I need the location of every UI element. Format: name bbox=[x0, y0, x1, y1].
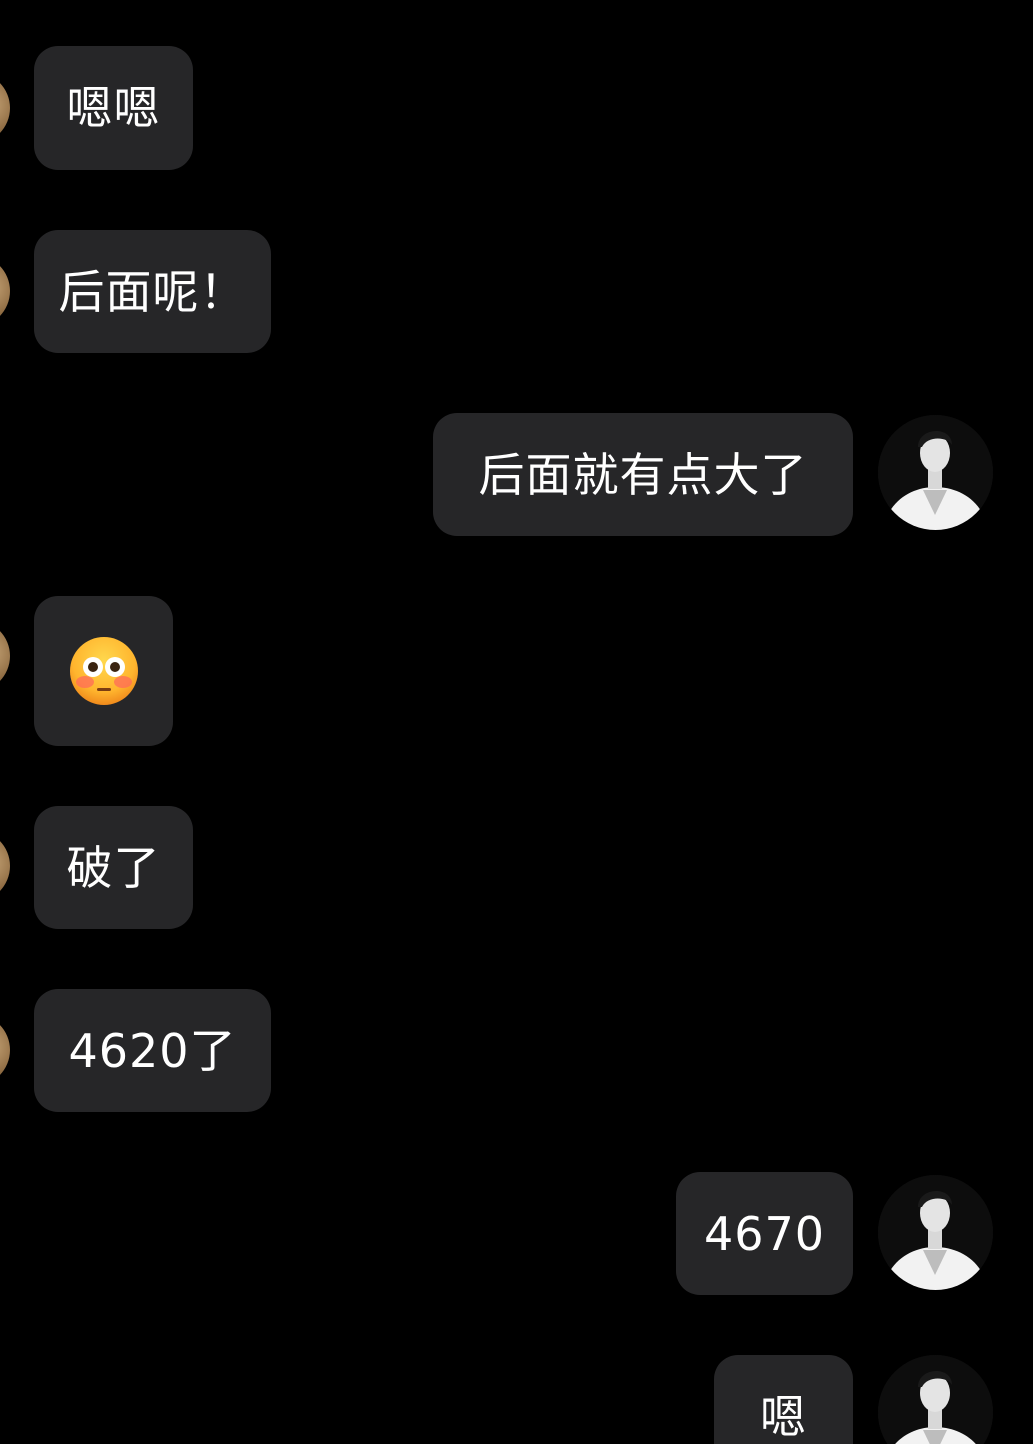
message-text: 嗯 bbox=[760, 1389, 807, 1444]
person-avatar-icon bbox=[878, 1355, 993, 1444]
message-bubble-sent[interactable]: 后面就有点大了 bbox=[433, 413, 853, 536]
message-text: 后面就有点大了 bbox=[478, 447, 808, 502]
message-text: 后面呢！ bbox=[58, 264, 247, 319]
message-bubble-received[interactable]: 破了 bbox=[34, 806, 193, 929]
message-text: 嗯嗯 bbox=[66, 81, 161, 135]
message-text: 4670 bbox=[703, 1206, 826, 1261]
message-bubble-received[interactable]: 4620了 bbox=[34, 989, 271, 1112]
chat-thread[interactable]: 嗯嗯 后面呢！ 后面就有点大了 破了 4620了 4670 嗯 bbox=[0, 0, 1033, 1444]
my-avatar[interactable] bbox=[878, 1175, 993, 1290]
person-avatar-icon bbox=[878, 1175, 993, 1290]
contact-avatar[interactable] bbox=[0, 620, 10, 692]
contact-avatar[interactable] bbox=[0, 72, 10, 144]
message-bubble-received[interactable] bbox=[34, 596, 173, 746]
message-text: 4620了 bbox=[68, 1023, 237, 1078]
contact-avatar[interactable] bbox=[0, 255, 10, 327]
my-avatar[interactable] bbox=[878, 415, 993, 530]
message-bubble-received[interactable]: 后面呢！ bbox=[34, 230, 271, 353]
contact-avatar[interactable] bbox=[0, 1014, 10, 1086]
message-bubble-received[interactable]: 嗯嗯 bbox=[34, 46, 193, 170]
message-text: 破了 bbox=[66, 840, 161, 895]
message-bubble-sent[interactable]: 嗯 bbox=[714, 1355, 853, 1444]
person-avatar-icon bbox=[878, 415, 993, 530]
my-avatar[interactable] bbox=[878, 1355, 993, 1444]
flushed-face-emoji-icon bbox=[69, 637, 138, 705]
message-bubble-sent[interactable]: 4670 bbox=[676, 1172, 853, 1295]
contact-avatar[interactable] bbox=[0, 830, 10, 902]
